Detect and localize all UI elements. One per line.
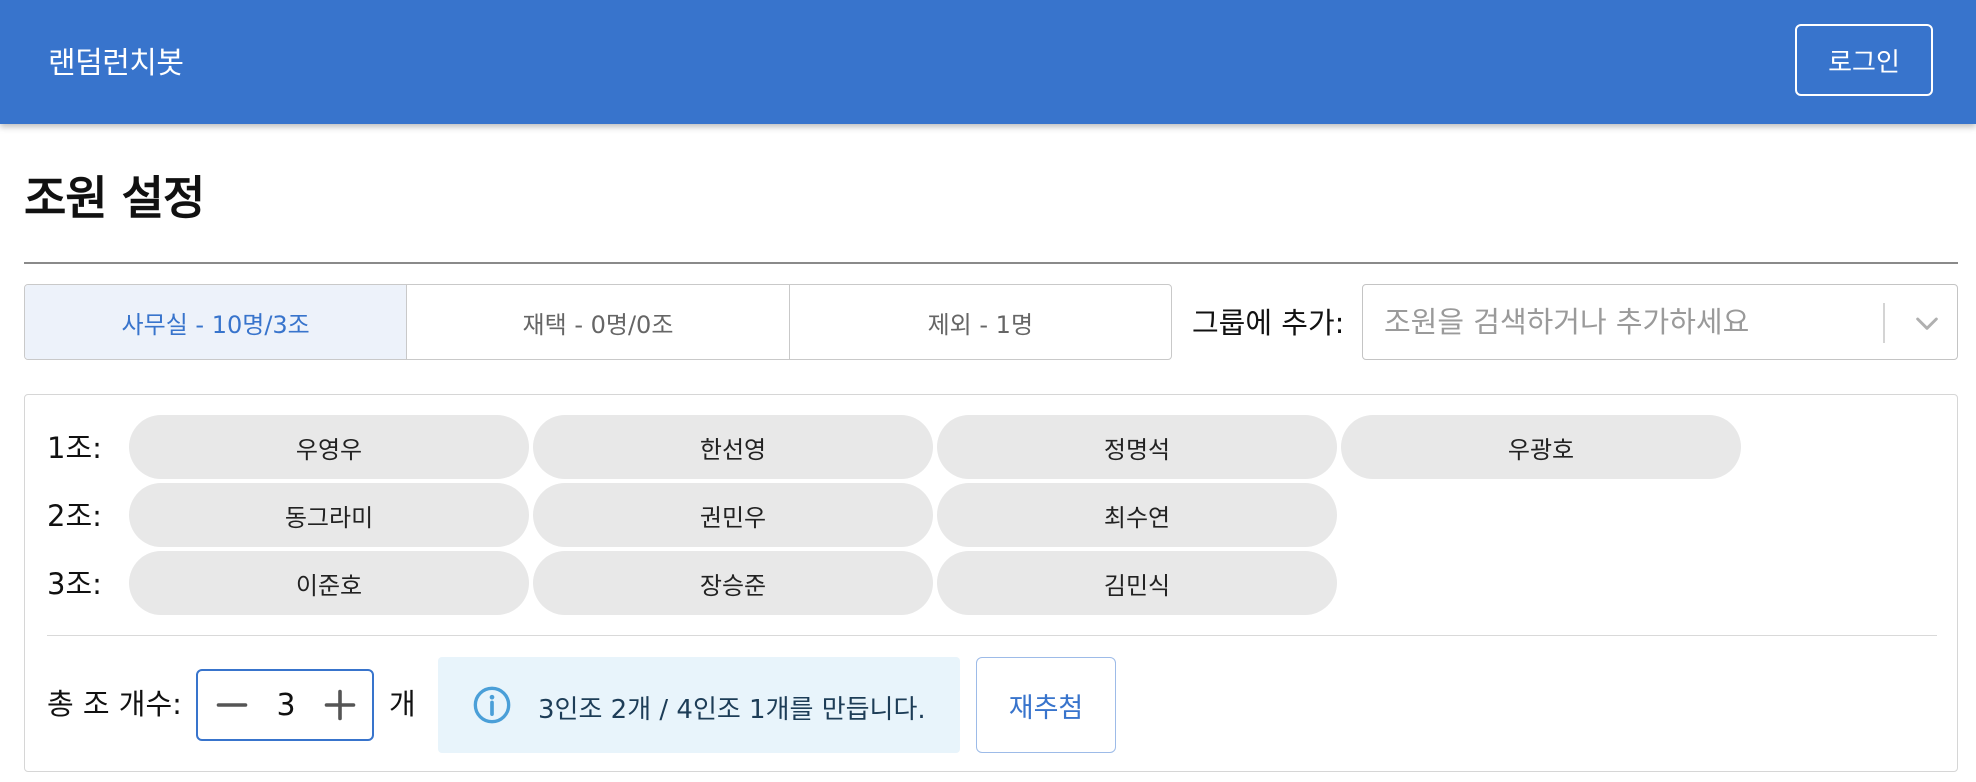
member-chip[interactable]: 권민우 <box>533 483 933 547</box>
group-count-value[interactable]: 3 <box>250 671 322 739</box>
app-title: 랜덤런치봇 <box>48 46 184 81</box>
location-tabs: 사무실 - 10명/3조 재택 - 0명/0조 제외 - 1명 <box>24 284 1172 360</box>
group-label-3: 3조: <box>47 567 102 601</box>
tab-office[interactable]: 사무실 - 10명/3조 <box>25 285 408 359</box>
count-unit-label: 개 <box>389 687 416 721</box>
group-label-2: 2조: <box>47 499 102 533</box>
plus-icon[interactable] <box>322 687 358 723</box>
info-icon <box>473 686 511 724</box>
member-chip[interactable]: 김민식 <box>937 551 1337 615</box>
app-bar: 랜덤런치봇 로그인 <box>0 0 1976 124</box>
member-chip[interactable]: 한선영 <box>533 415 933 479</box>
title-divider <box>24 262 1958 264</box>
redraw-button[interactable]: 재추첨 <box>976 657 1116 753</box>
member-chip[interactable]: 정명석 <box>937 415 1337 479</box>
combo-separator <box>1883 303 1885 343</box>
login-button[interactable]: 로그인 <box>1795 24 1933 96</box>
groups-card: 1조: 우영우 한선영 정명석 우광호 2조: 동그라미 권민우 최수연 3조:… <box>24 394 1958 772</box>
group-count-stepper[interactable]: 3 <box>196 669 374 741</box>
member-chip[interactable]: 우영우 <box>129 415 529 479</box>
info-alert: 3인조 2개 / 4인조 1개를 만듭니다. <box>438 657 960 753</box>
minus-icon[interactable] <box>214 687 250 723</box>
chevron-down-icon[interactable] <box>1911 307 1943 339</box>
page-title: 조원 설정 <box>24 171 205 225</box>
member-chip[interactable]: 이준호 <box>129 551 529 615</box>
member-search-input[interactable] <box>1364 286 1874 358</box>
add-to-group-label: 그룹에 추가: <box>1192 306 1345 340</box>
card-divider <box>47 635 1937 636</box>
member-chip[interactable]: 최수연 <box>937 483 1337 547</box>
group-count-label: 총 조 개수: <box>47 687 182 721</box>
group-label-1: 1조: <box>47 431 102 465</box>
member-combobox[interactable] <box>1362 284 1958 360</box>
tab-excluded[interactable]: 제외 - 1명 <box>790 285 1171 359</box>
member-chip[interactable]: 우광호 <box>1341 415 1741 479</box>
member-chip[interactable]: 동그라미 <box>129 483 529 547</box>
tab-remote[interactable]: 재택 - 0명/0조 <box>407 285 790 359</box>
info-message: 3인조 2개 / 4인조 1개를 만듭니다. <box>538 695 926 725</box>
member-chip[interactable]: 장승준 <box>533 551 933 615</box>
